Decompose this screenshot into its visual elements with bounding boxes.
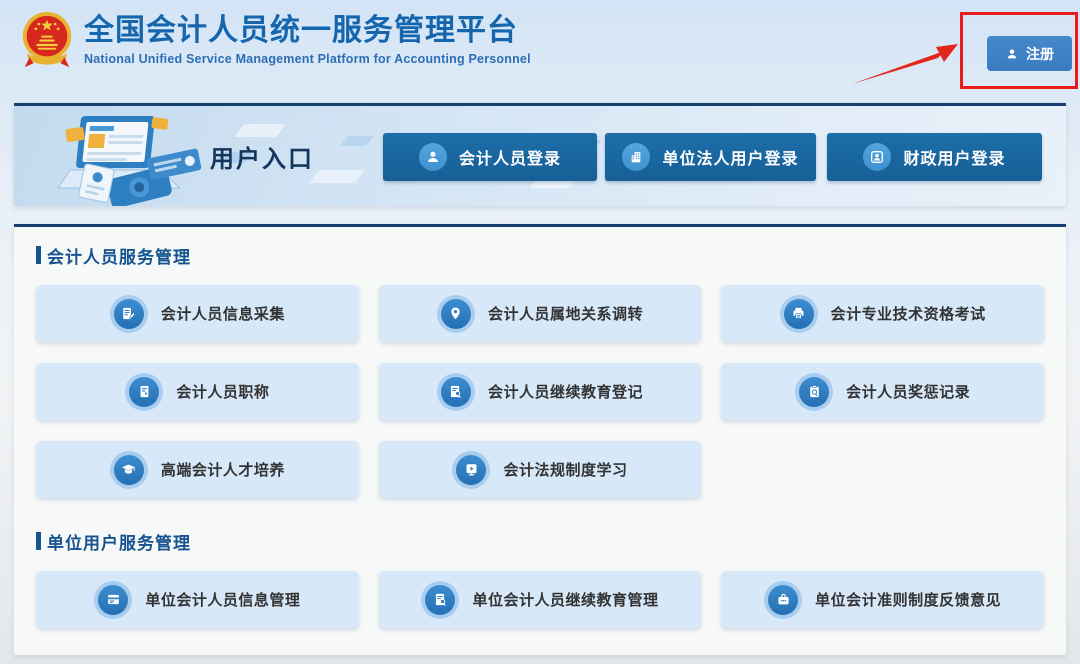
service-card-label: 会计人员职称: [176, 381, 269, 402]
service-card[interactable]: 会计人员职称: [36, 363, 359, 420]
play-screen-icon: [456, 455, 486, 485]
doc-edit-icon: [114, 299, 144, 329]
register-label: 注册: [1026, 44, 1054, 64]
service-card[interactable]: 会计人员属地关系调转: [379, 285, 702, 342]
service-card[interactable]: 会计人员奖惩记录: [721, 363, 1044, 420]
clipboard-search-icon: [799, 377, 829, 407]
id-card-icon: [98, 585, 128, 615]
login-button-label: 财政用户登录: [903, 145, 1005, 169]
service-card-label: 高端会计人才培养: [161, 459, 285, 480]
login-button-label: 单位法人用户登录: [662, 145, 798, 169]
user-icon: [419, 143, 447, 171]
doc-search-icon: [425, 585, 455, 615]
briefcase-icon: [768, 585, 798, 615]
service-card-label: 单位会计准则制度反馈意见: [815, 589, 1001, 610]
register-button[interactable]: 注册: [987, 36, 1072, 71]
entry-title: 用户入口: [210, 106, 314, 206]
service-cards: 会计人员信息采集 会计人员属地关系调转 会计专业技术资格考试 会计人员职称 会计…: [36, 285, 1044, 498]
service-card-label: 会计法规制度学习: [503, 459, 627, 480]
national-emblem-icon: [18, 9, 76, 71]
location-pin-icon: [441, 299, 471, 329]
service-cards: 单位会计人员信息管理 单位会计人员继续教育管理 单位会计准则制度反馈意见: [36, 571, 1044, 628]
user-entry-banner: 用户入口 会计人员登录 单位法人用户登录 财政用户登录: [14, 103, 1066, 206]
service-card-label: 会计人员属地关系调转: [488, 303, 643, 324]
printer-icon: [784, 299, 814, 329]
section-title-text: 会计人员服务管理: [47, 243, 191, 268]
page: 全国会计人员统一服务管理平台 National Unified Service …: [0, 0, 1080, 664]
header: 全国会计人员统一服务管理平台 National Unified Service …: [0, 0, 1080, 95]
section-title-text: 单位用户服务管理: [47, 529, 191, 554]
page-title: 全国会计人员统一服务管理平台: [84, 13, 531, 49]
annotation-arrow: [852, 36, 968, 90]
service-card[interactable]: 单位会计准则制度反馈意见: [721, 571, 1044, 628]
service-card[interactable]: 会计专业技术资格考试: [721, 285, 1044, 342]
service-card-label: 单位会计人员继续教育管理: [472, 589, 658, 610]
login-button-label: 会计人员登录: [459, 145, 561, 169]
service-card-label: 会计人员奖惩记录: [846, 381, 970, 402]
banner-illustration: [30, 108, 220, 206]
section-title-bar: [36, 532, 41, 550]
service-card-label: 单位会计人员信息管理: [145, 589, 300, 610]
section-title: 单位用户服务管理: [36, 529, 1044, 553]
banner-decoration: [309, 170, 365, 183]
service-section: 单位用户服务管理 单位会计人员信息管理 单位会计人员继续教育管理 单位会计准则制…: [36, 529, 1044, 628]
service-card[interactable]: 单位会计人员继续教育管理: [379, 571, 702, 628]
services-panel: 会计人员服务管理 会计人员信息采集 会计人员属地关系调转 会计专业技术资格考试 …: [14, 224, 1066, 655]
user-frame-icon: [863, 143, 891, 171]
page-subtitle: National Unified Service Management Plat…: [84, 52, 531, 66]
service-section: 会计人员服务管理 会计人员信息采集 会计人员属地关系调转 会计专业技术资格考试 …: [36, 243, 1044, 498]
login-button-2[interactable]: 财政用户登录: [827, 133, 1042, 181]
user-icon: [1005, 47, 1019, 61]
banner-decoration: [340, 136, 374, 146]
login-button-1[interactable]: 单位法人用户登录: [605, 133, 816, 181]
service-card[interactable]: 单位会计人员信息管理: [36, 571, 359, 628]
service-card[interactable]: 会计人员信息采集: [36, 285, 359, 342]
service-card[interactable]: 会计人员继续教育登记: [379, 363, 702, 420]
section-title: 会计人员服务管理: [36, 243, 1044, 267]
service-card-label: 会计人员信息采集: [161, 303, 285, 324]
section-title-bar: [36, 246, 41, 264]
login-button-0[interactable]: 会计人员登录: [383, 133, 597, 181]
service-card[interactable]: 会计法规制度学习: [379, 441, 702, 498]
building-icon: [622, 143, 650, 171]
doc-search-icon: [441, 377, 471, 407]
graduation-cap-icon: [114, 455, 144, 485]
service-card[interactable]: 高端会计人才培养: [36, 441, 359, 498]
annotation-highlight-box: 注册: [960, 12, 1078, 89]
brand: 全国会计人员统一服务管理平台 National Unified Service …: [84, 13, 531, 66]
service-card-label: 会计专业技术资格考试: [831, 303, 986, 324]
doc-lines-icon: [129, 377, 159, 407]
service-card-label: 会计人员继续教育登记: [488, 381, 643, 402]
